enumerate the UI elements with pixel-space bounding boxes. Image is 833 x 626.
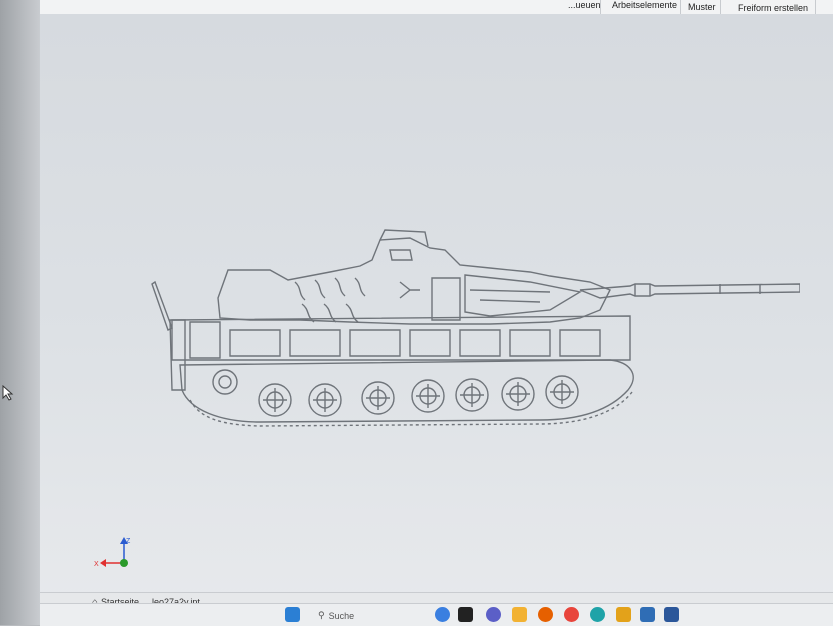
ribbon-item-freiform-erstellen[interactable]: Freiform erstellen bbox=[738, 3, 808, 14]
app-icon-2[interactable] bbox=[458, 607, 473, 622]
ribbon-separator bbox=[815, 0, 816, 14]
search-icon: ⚲ bbox=[318, 610, 325, 620]
rear-stowage-box bbox=[189, 321, 221, 359]
app-icon-1[interactable] bbox=[435, 607, 450, 622]
z-axis-label: Z bbox=[126, 538, 131, 545]
app-icon-3[interactable] bbox=[640, 607, 655, 622]
ribbon-bar: ...ueuen Arbeitselemente Muster Freiform… bbox=[40, 0, 833, 15]
turret-panel-outline bbox=[431, 277, 461, 321]
taskbar: ⚲ Suche bbox=[40, 603, 833, 626]
turret-armor-detail bbox=[294, 277, 366, 301]
gun-barrel-outline bbox=[579, 283, 800, 299]
cross-emblem bbox=[399, 281, 420, 299]
turret-outline bbox=[217, 237, 611, 325]
tank-sketch[interactable] bbox=[110, 220, 800, 440]
y-axis-origin bbox=[120, 559, 128, 567]
teams-icon[interactable] bbox=[486, 607, 501, 622]
turret-cheek-outline bbox=[464, 274, 582, 317]
word-icon[interactable] bbox=[664, 607, 679, 622]
view-axis-triad[interactable]: Z X bbox=[92, 535, 137, 575]
x-axis-arrow bbox=[100, 559, 106, 567]
firefox-icon[interactable] bbox=[538, 607, 553, 622]
x-axis-label: X bbox=[94, 561, 99, 568]
taskbar-search[interactable]: ⚲ Suche bbox=[318, 610, 354, 621]
inventor-icon[interactable] bbox=[616, 607, 631, 622]
idler-wheel-hub bbox=[218, 375, 232, 389]
ribbon-separator bbox=[720, 0, 721, 14]
ribbon-separator bbox=[680, 0, 681, 14]
road-wheels bbox=[258, 375, 579, 417]
chrome-icon[interactable] bbox=[564, 607, 579, 622]
ribbon-item-0[interactable]: ...ueuen bbox=[568, 0, 601, 11]
windows-start-icon[interactable] bbox=[285, 607, 300, 622]
antenna-outline bbox=[151, 280, 173, 331]
idler-wheel bbox=[212, 369, 238, 395]
hatch-outline bbox=[389, 249, 413, 261]
edge-icon[interactable] bbox=[590, 607, 605, 622]
hull-upper-outline bbox=[171, 315, 631, 361]
ribbon-item-muster[interactable]: Muster bbox=[688, 2, 716, 13]
search-label: Suche bbox=[328, 610, 355, 621]
ribbon-separator bbox=[600, 0, 601, 14]
side-skirt-panels bbox=[229, 329, 601, 357]
file-explorer-icon[interactable] bbox=[512, 607, 527, 622]
turret-cheek-detail bbox=[469, 289, 551, 303]
mouse-cursor-icon bbox=[2, 385, 14, 401]
track-outline bbox=[179, 359, 634, 423]
monitor-bezel bbox=[0, 0, 40, 625]
ribbon-item-arbeitselemente[interactable]: Arbeitselemente bbox=[612, 0, 677, 11]
